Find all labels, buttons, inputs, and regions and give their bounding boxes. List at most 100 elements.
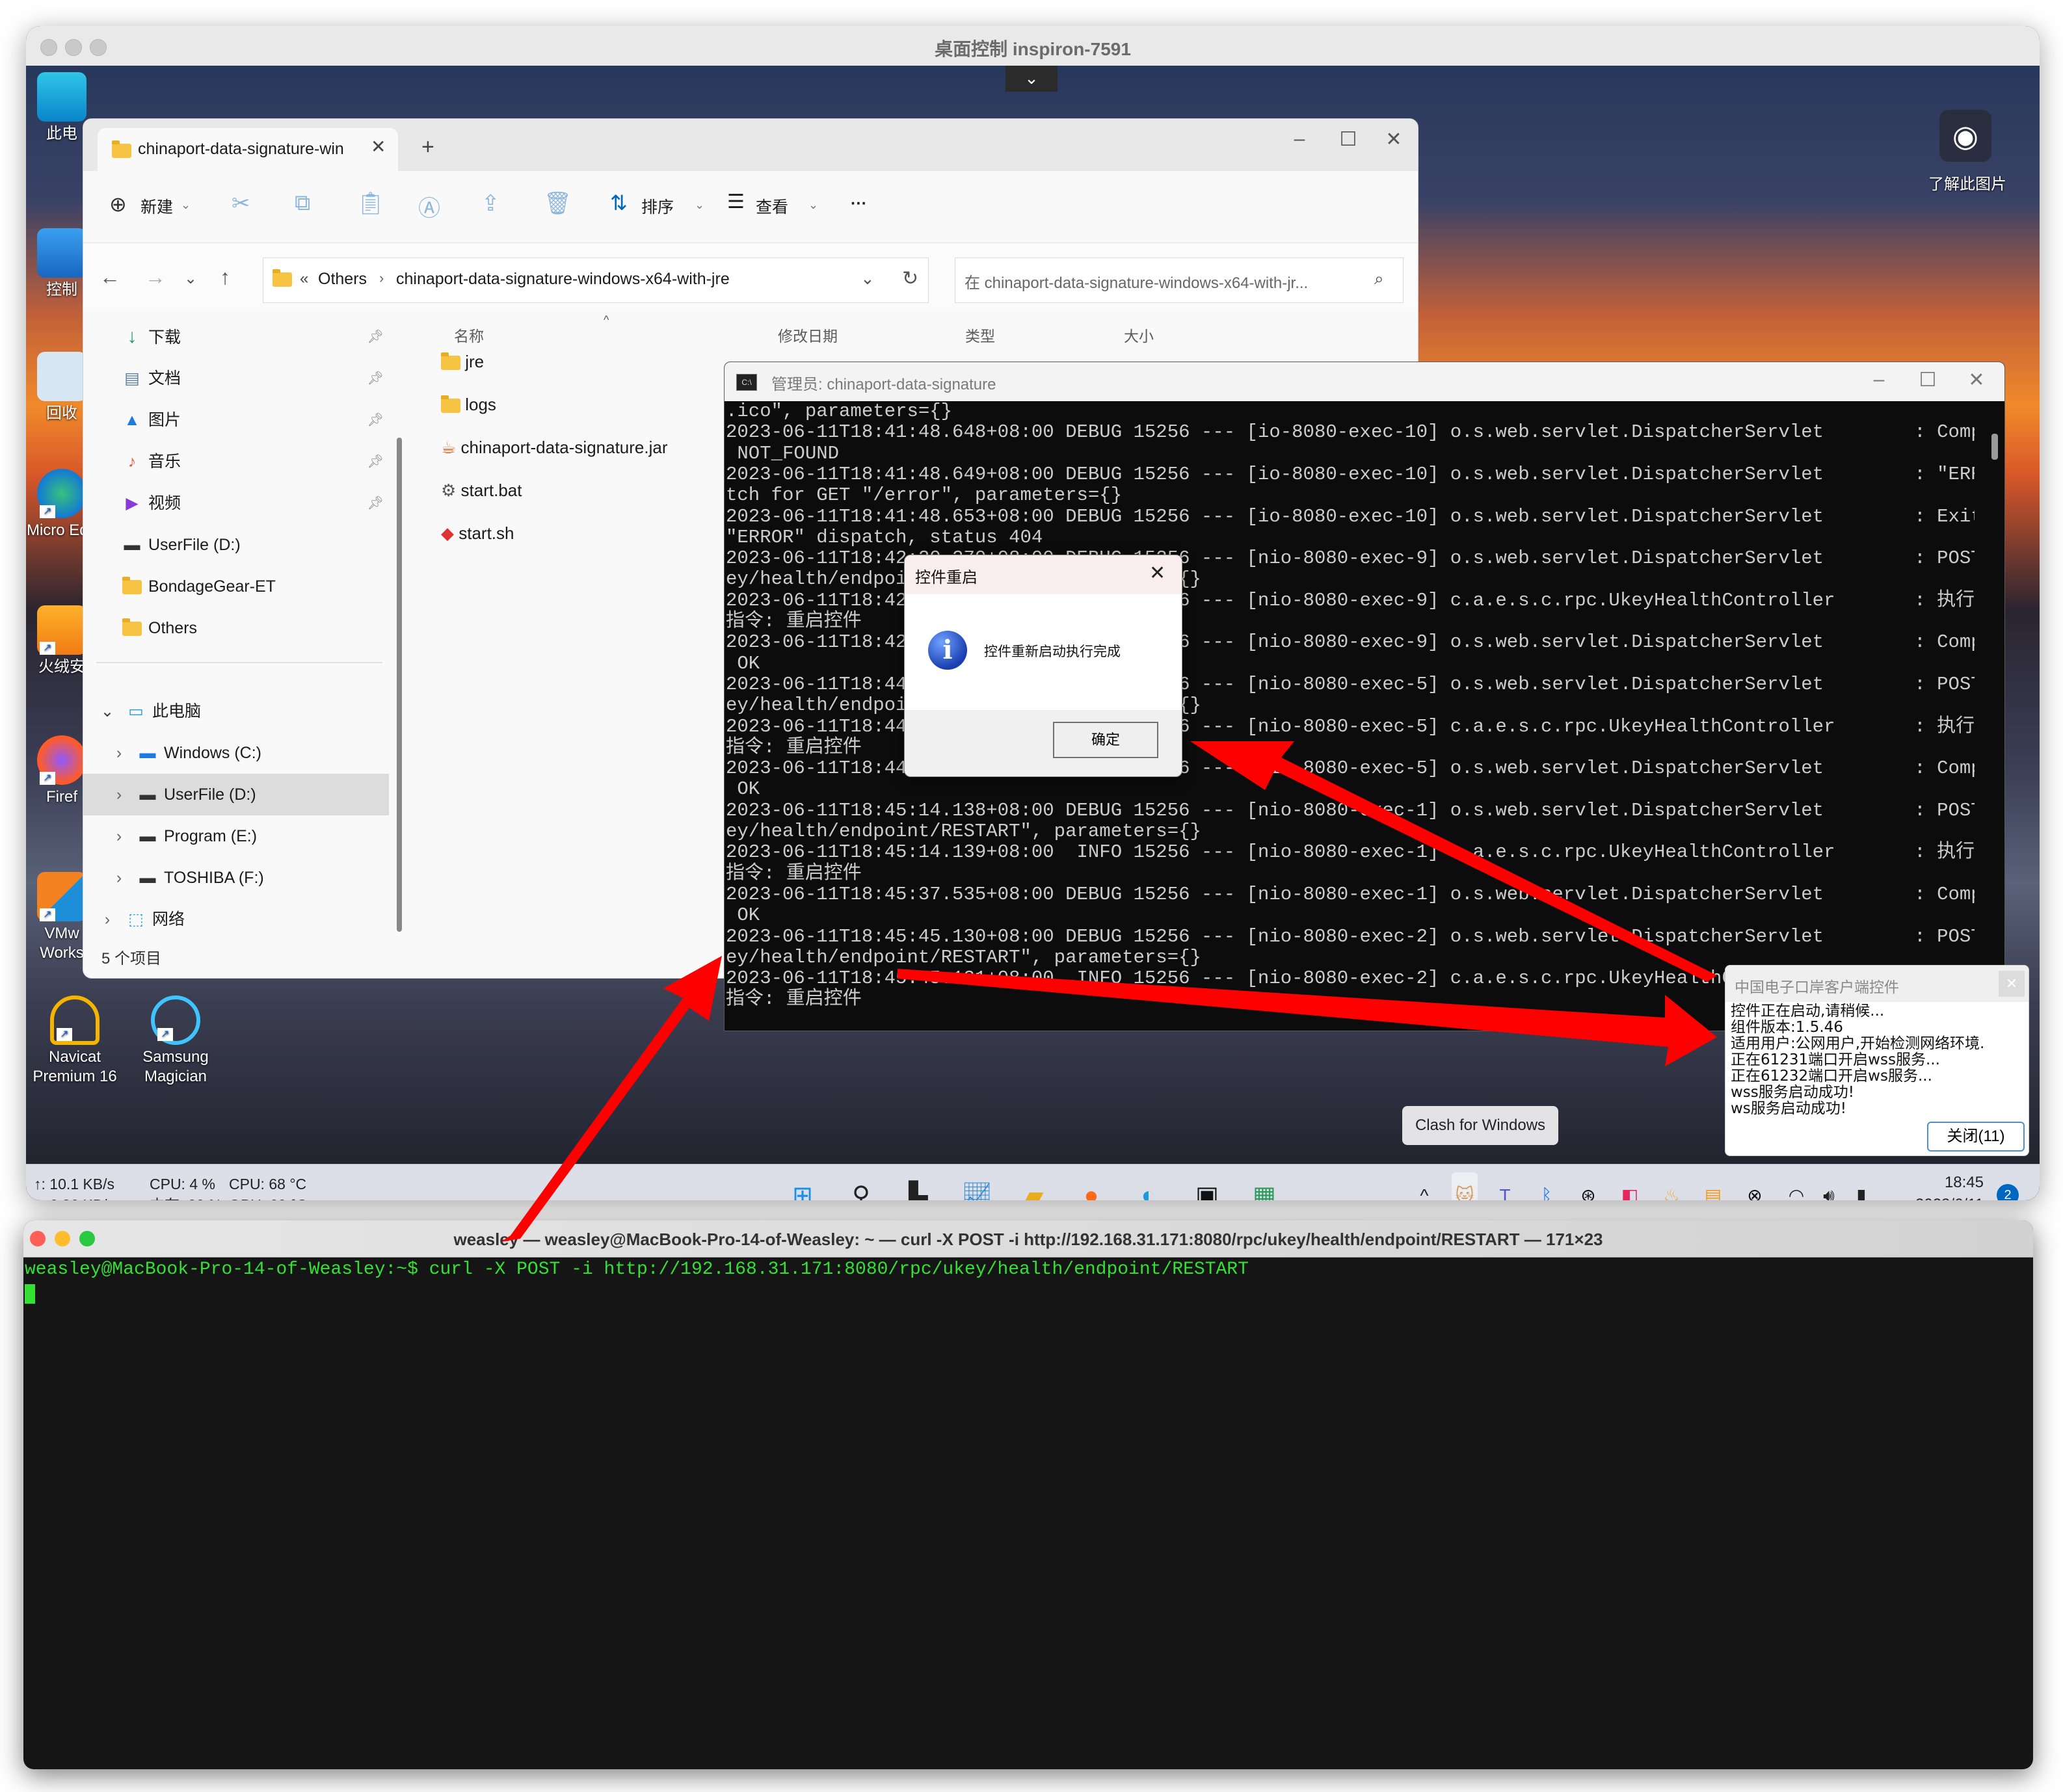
nav-item-network[interactable]: › ⬚ 网络 bbox=[83, 899, 389, 940]
column-header-size[interactable]: 大小 bbox=[1124, 324, 1154, 346]
ok-button[interactable]: 确定 bbox=[1053, 722, 1158, 758]
file-explorer-icon[interactable]: ▰ bbox=[1017, 1179, 1051, 1200]
learn-about-picture-label[interactable]: 了解此图片 bbox=[1912, 171, 2023, 194]
start-windows-icon[interactable]: ⊞ bbox=[786, 1179, 819, 1200]
popup-close-icon[interactable]: ✕ bbox=[1999, 971, 2025, 997]
popup-close-button[interactable]: 关闭(11) bbox=[1927, 1122, 2025, 1152]
chevron-right-icon[interactable]: › bbox=[109, 857, 129, 899]
minimize-button[interactable]: – bbox=[1280, 128, 1319, 150]
nav-item-pictures[interactable]: ▲ 图片 📌︎ bbox=[83, 399, 389, 441]
back-button[interactable]: ← bbox=[100, 265, 120, 289]
wifi-icon[interactable]: ◠ bbox=[1783, 1183, 1809, 1200]
column-header-modified[interactable]: 修改日期 bbox=[778, 324, 838, 346]
show-hidden-icons-chevron[interactable]: ^ bbox=[1411, 1183, 1437, 1200]
share-icon[interactable]: ⇪ bbox=[481, 191, 500, 217]
nav-item-drive-c[interactable]: › ▬ Windows (C:) bbox=[83, 732, 389, 774]
task-view-icon[interactable]: ▙ bbox=[901, 1179, 935, 1200]
terminal-command-line[interactable]: weasley@MacBook-Pro-14-of-Weasley:~$ cur… bbox=[25, 1259, 1249, 1280]
chevron-right-icon[interactable]: › bbox=[109, 774, 129, 815]
bluetooth-icon[interactable]: ᛒ bbox=[1534, 1183, 1560, 1200]
pin-icon[interactable]: 📌︎ bbox=[367, 399, 384, 441]
file-row[interactable]: ☕︎ chinaport-data-signature.jar bbox=[441, 427, 668, 468]
clock-time[interactable]: 18:45 bbox=[1899, 1174, 1984, 1192]
new-button[interactable]: 新建 bbox=[140, 194, 173, 218]
view-button[interactable]: 查看 bbox=[756, 194, 788, 218]
screen-cast-icon[interactable]: ◧ bbox=[1617, 1183, 1643, 1200]
volume-icon[interactable]: 🔊︎ bbox=[1816, 1183, 1842, 1200]
refresh-icon[interactable]: ↻ bbox=[902, 267, 918, 290]
audio-wave-icon[interactable]: ⊛ bbox=[1575, 1183, 1601, 1200]
nav-item-music[interactable]: ♪ 音乐 📌︎ bbox=[83, 441, 389, 482]
new-tab-button[interactable]: + bbox=[421, 135, 434, 160]
maximize-button[interactable]: ☐ bbox=[1905, 369, 1950, 391]
search-icon[interactable]: ⚲ bbox=[844, 1179, 878, 1200]
nav-item-others[interactable]: Others bbox=[83, 607, 389, 649]
firefox-icon[interactable]: ● bbox=[1074, 1179, 1108, 1200]
toolbar-collapse-handle[interactable]: ⌄ bbox=[1005, 66, 1058, 92]
file-row[interactable]: jre bbox=[441, 341, 484, 382]
teams-icon[interactable]: T bbox=[1492, 1183, 1518, 1200]
nav-item-userfile-d[interactable]: ▬ UserFile (D:) bbox=[83, 524, 389, 566]
chevron-down-icon[interactable]: ⌄ bbox=[98, 691, 117, 732]
edge-icon[interactable]: ◐ bbox=[1132, 1179, 1165, 1200]
chevron-right-icon[interactable]: › bbox=[109, 732, 129, 774]
cut-icon[interactable]: ✂ bbox=[232, 191, 250, 217]
clash-cat-icon[interactable]: 🐱︎ bbox=[1452, 1172, 1478, 1200]
column-header-type[interactable]: 类型 bbox=[965, 324, 995, 346]
desktop-icon-navicat[interactable]: ↗ Navicat Premium 16 bbox=[33, 995, 117, 1087]
pin-icon[interactable]: 📌︎ bbox=[367, 358, 384, 399]
close-button[interactable]: ✕ bbox=[1954, 369, 1999, 391]
recent-locations-button[interactable]: ⌄ bbox=[184, 269, 197, 288]
nav-item-documents[interactable]: ▤ 文档 📌︎ bbox=[83, 358, 389, 399]
window-app-icon[interactable]: ▤ bbox=[1700, 1183, 1726, 1200]
breadcrumb-current[interactable]: chinaport-data-signature-windows-x64-wit… bbox=[396, 270, 730, 289]
terminal-icon[interactable]: ▣ bbox=[1190, 1179, 1224, 1200]
resource-monitor-icon[interactable]: 📈︎ bbox=[960, 1179, 994, 1200]
file-row[interactable]: ◆ start.sh bbox=[441, 512, 514, 554]
more-options-button[interactable]: ··· bbox=[851, 194, 867, 213]
camera-icon[interactable]: ◉ bbox=[1939, 110, 1991, 162]
nav-item-this-pc[interactable]: ⌄ ▭ 此电脑 bbox=[83, 691, 389, 732]
close-tab-icon[interactable]: ✕ bbox=[371, 136, 386, 157]
forward-button[interactable]: → bbox=[145, 265, 166, 289]
nav-item-bondagegear-et[interactable]: BondageGear-ET bbox=[83, 566, 389, 607]
address-bar[interactable]: « Others › chinaport-data-signature-wind… bbox=[263, 257, 929, 303]
chevron-right-icon[interactable]: › bbox=[98, 899, 117, 940]
desktop-icon-samsung-magician[interactable]: ↗ Samsung Magician bbox=[133, 995, 218, 1087]
console-log-line: "ERROR" dispatch, status 404 bbox=[726, 526, 1043, 548]
address-dropdown-icon[interactable]: ⌄ bbox=[860, 269, 875, 289]
file-row[interactable]: logs bbox=[441, 384, 496, 425]
nav-item-drive-f[interactable]: › ▬ TOSHIBA (F:) bbox=[83, 857, 389, 899]
nav-item-videos[interactable]: ▶ 视频 📌︎ bbox=[83, 482, 389, 524]
huorong-tray-icon[interactable]: ♨ bbox=[1658, 1183, 1684, 1200]
nav-item-drive-e[interactable]: › ▬ Program (E:) bbox=[83, 815, 389, 857]
file-row[interactable]: ⚙︎ start.bat bbox=[441, 469, 522, 511]
x-app-icon[interactable]: ⊗ bbox=[1742, 1183, 1768, 1200]
dialog-close-button[interactable]: ✕ bbox=[1149, 562, 1165, 585]
nav-item-drive-d[interactable]: › ▬ UserFile (D:) bbox=[83, 774, 389, 815]
notification-badge[interactable]: 2 bbox=[1997, 1184, 2019, 1200]
paste-icon[interactable]: 📋︎ bbox=[356, 191, 384, 217]
sort-button[interactable]: 排序 bbox=[641, 194, 674, 218]
clock-date[interactable]: 2023/6/11 bbox=[1899, 1196, 1984, 1200]
breadcrumb-overflow[interactable]: « bbox=[300, 270, 308, 288]
up-button[interactable]: ↑ bbox=[220, 265, 230, 289]
console-scrollbar[interactable] bbox=[1991, 434, 1998, 460]
nav-pane-scrollbar[interactable] bbox=[397, 438, 402, 932]
chevron-right-icon[interactable]: › bbox=[109, 815, 129, 857]
close-button[interactable]: ✕ bbox=[1374, 128, 1413, 151]
maximize-button[interactable]: ☐ bbox=[1329, 128, 1368, 151]
copy-icon[interactable]: ⧉ bbox=[295, 191, 310, 216]
chinaport-client-icon[interactable]: ▦ bbox=[1247, 1179, 1281, 1200]
explorer-tab[interactable]: chinaport-data-signature-win ✕ bbox=[98, 128, 398, 171]
nav-item-downloads[interactable]: ↓ 下载 📌︎ bbox=[83, 316, 389, 358]
delete-icon[interactable]: 🗑︎ bbox=[544, 191, 572, 217]
rename-icon[interactable]: Ⓐ bbox=[418, 191, 440, 222]
pin-icon[interactable]: 📌︎ bbox=[367, 316, 384, 358]
minimize-button[interactable]: – bbox=[1856, 369, 1902, 391]
pin-icon[interactable]: 📌︎ bbox=[367, 482, 384, 524]
search-input[interactable]: 在 chinaport-data-signature-windows-x64-w… bbox=[955, 257, 1404, 303]
pin-icon[interactable]: 📌︎ bbox=[367, 441, 384, 482]
battery-icon[interactable]: ▮ bbox=[1848, 1183, 1874, 1200]
breadcrumb-others[interactable]: Others bbox=[318, 270, 367, 289]
